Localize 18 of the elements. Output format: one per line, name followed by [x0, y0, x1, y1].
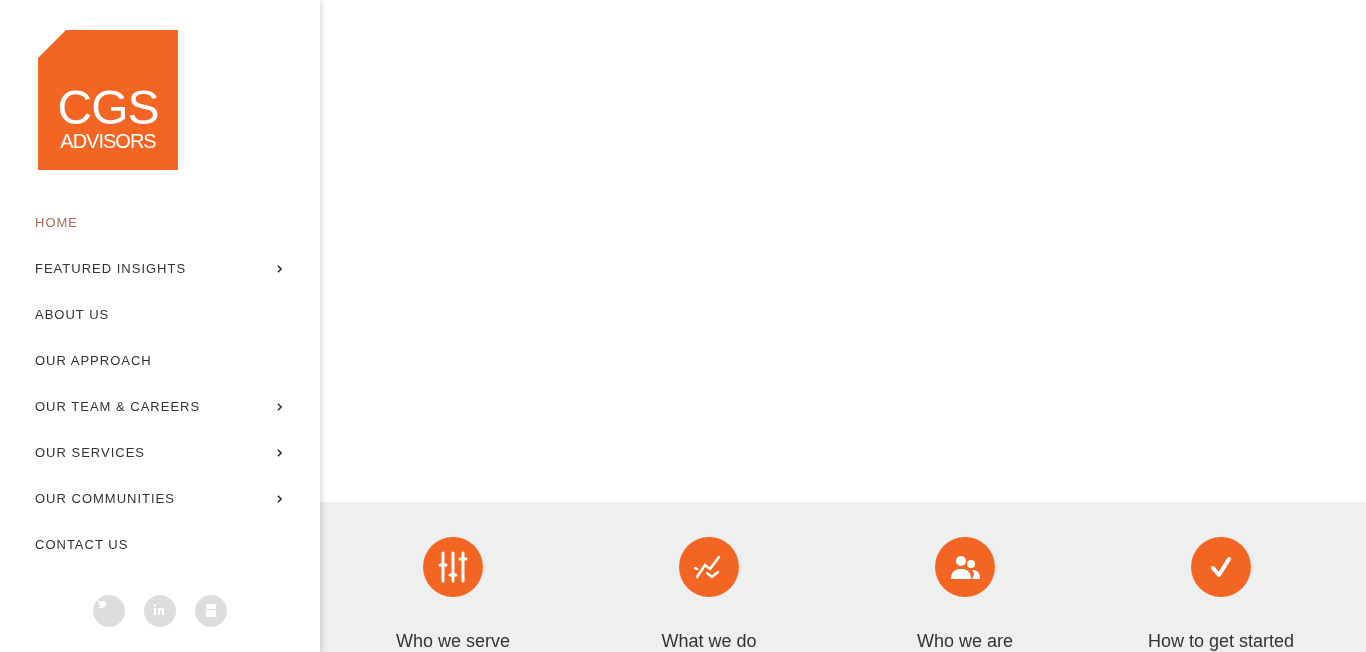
feature-link[interactable]: Who we are	[916, 630, 1013, 652]
feature-link[interactable]: What we do	[661, 630, 757, 652]
nav-item[interactable]: OUR APPROACH	[0, 338, 320, 384]
nav-item[interactable]: HOME	[0, 200, 320, 246]
feature-link[interactable]: How to get started	[1147, 630, 1295, 652]
nav-item[interactable]: CONTACT US	[0, 522, 320, 568]
chart-icon[interactable]	[679, 537, 739, 597]
sliders-icon[interactable]	[423, 537, 483, 597]
nav-item[interactable]: OUR TEAM & CAREERS	[0, 384, 320, 430]
nav-item[interactable]: OUR COMMUNITIES	[0, 476, 320, 522]
people-icon[interactable]	[935, 537, 995, 597]
logo-subtext: ADVISORS	[60, 130, 156, 152]
feature-link[interactable]: Who we serve	[395, 630, 510, 652]
nav-item[interactable]: ABOUT US	[0, 292, 320, 338]
check-icon[interactable]	[1191, 537, 1251, 597]
nav-item[interactable]: FEATURED INSIGHTS	[0, 246, 320, 292]
nav-item[interactable]: OUR SERVICES	[0, 430, 320, 476]
logo-text: CGS	[57, 86, 159, 130]
